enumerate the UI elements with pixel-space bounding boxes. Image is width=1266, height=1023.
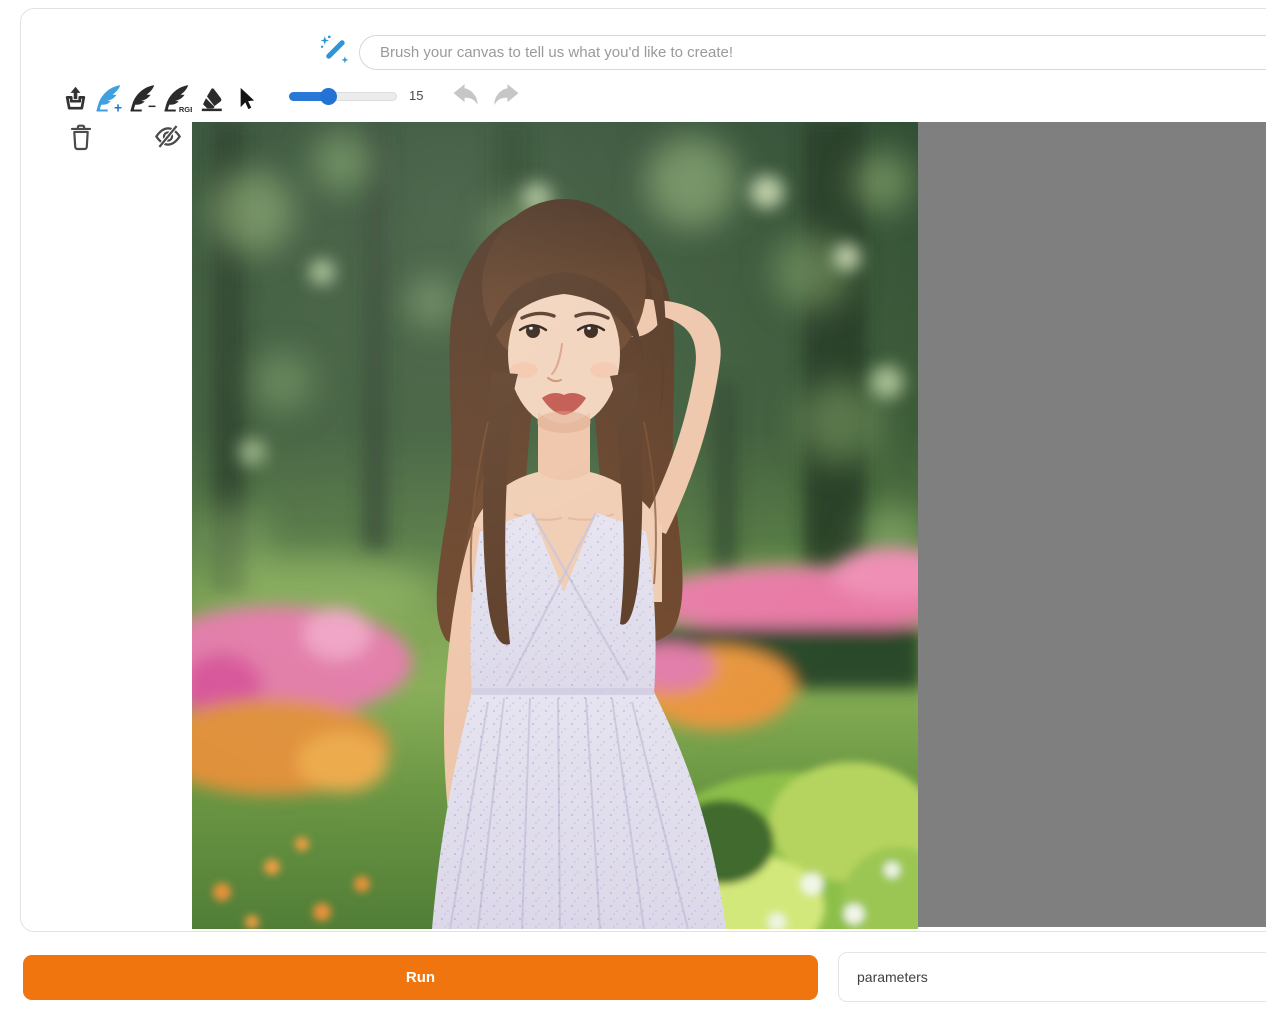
canvas-empty-area: [918, 122, 1266, 927]
redo-button[interactable]: [490, 83, 521, 113]
brush-subtract-glyph: −: [148, 99, 156, 113]
editor-toolbar: + − RGB: [59, 81, 263, 115]
upload-image-button[interactable]: [59, 82, 91, 114]
magic-wand-icon: [317, 33, 353, 69]
trash-icon: [67, 140, 95, 155]
brush-add-icon: +: [94, 83, 124, 113]
eraser-icon: [197, 84, 226, 113]
eye-off-icon: [153, 138, 183, 153]
eraser-button[interactable]: [195, 82, 227, 114]
brush-rgb-icon: RGB: [162, 83, 192, 113]
parameters-label: parameters: [857, 969, 928, 985]
undo-button[interactable]: [451, 83, 482, 113]
prompt-input[interactable]: [359, 35, 1266, 70]
slider-thumb[interactable]: [320, 88, 337, 105]
image-editor-panel: + − RGB: [20, 8, 1266, 932]
brush-add-button[interactable]: +: [93, 82, 125, 114]
editor-canvas: [192, 122, 1266, 929]
brush-subtract-button[interactable]: −: [127, 82, 159, 114]
undo-icon: [451, 98, 482, 113]
run-button[interactable]: Run: [23, 955, 818, 1000]
brush-add-glyph: +: [114, 100, 122, 113]
toggle-layer-visibility-button[interactable]: [153, 123, 183, 153]
brush-rgb-button[interactable]: RGB: [161, 82, 193, 114]
clear-canvas-button[interactable]: [67, 122, 95, 155]
parameters-accordion[interactable]: parameters: [838, 952, 1266, 1002]
brush-size-slider[interactable]: [289, 90, 397, 102]
upload-icon: [62, 85, 89, 112]
cursor-icon: [232, 85, 258, 111]
select-cursor-button[interactable]: [229, 82, 261, 114]
brush-subtract-icon: −: [128, 83, 158, 113]
canvas-image[interactable]: [192, 122, 918, 929]
brush-size-value: 15: [409, 88, 423, 103]
redo-icon: [490, 98, 521, 113]
brush-rgb-glyph: RGB: [179, 105, 192, 113]
